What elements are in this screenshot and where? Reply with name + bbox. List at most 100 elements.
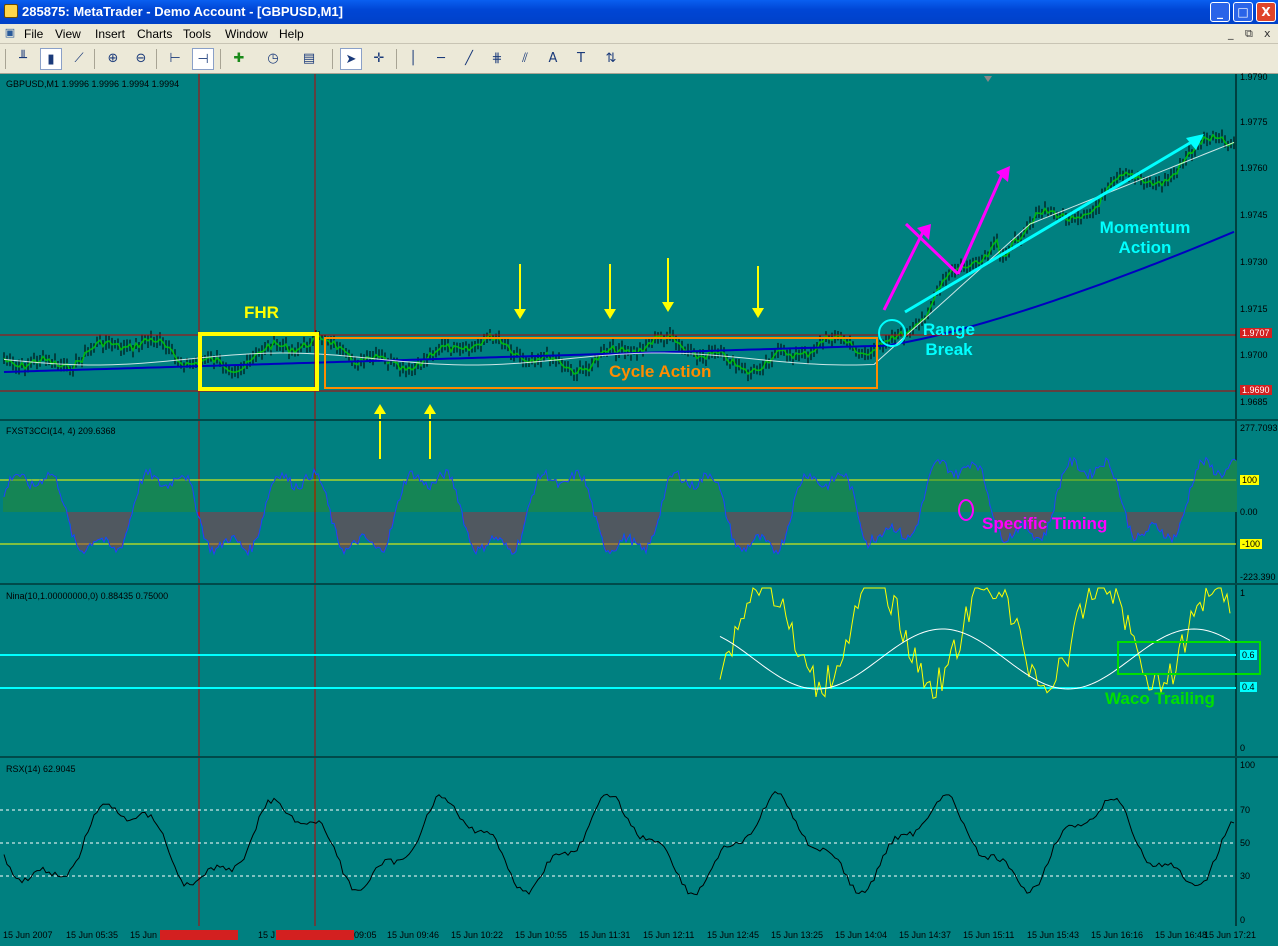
periods-icon[interactable]: ◷: [262, 48, 284, 70]
close-button[interactable]: X: [1256, 2, 1276, 22]
maximize-button[interactable]: □: [1233, 2, 1253, 22]
down-arrow-head: [604, 309, 616, 319]
time-label: 15 Jun 14:37: [899, 930, 952, 940]
horizontal-line-icon[interactable]: ─: [430, 48, 452, 70]
bar-chart-icon[interactable]: ╨: [12, 48, 34, 70]
lower-price-tag: 1.9690: [1240, 385, 1272, 395]
templates-icon[interactable]: ▤: [298, 48, 320, 70]
price-tick: 1.9790: [1240, 72, 1268, 82]
time-label: 15 Jun 15:43: [1027, 930, 1080, 940]
toolbar: ╨ ▮ ⟋ ⊕ ⊖ ⊢ ⊣ ✚ ◷ ▤ ➤ ✛ │ ─ ╱ ⋕ ⫽ A T ⇅: [0, 44, 1278, 74]
time-label: 15 J: [258, 930, 276, 940]
time-label: 15 Jun 14:04: [835, 930, 888, 940]
time-label: 15 Jun 12:11: [643, 930, 695, 940]
autoscroll-icon[interactable]: ⊣: [192, 48, 214, 70]
rsx-tick: 0: [1240, 915, 1246, 925]
mdi-close-button[interactable]: x: [1264, 27, 1271, 40]
menu-window[interactable]: Window: [225, 27, 268, 41]
cci-line: [3, 456, 1237, 557]
rsx-tick: 100: [1240, 760, 1256, 770]
cci-tick: 100: [1240, 475, 1260, 485]
mdi-restore-button[interactable]: ⧉: [1245, 27, 1253, 41]
time-label: 15 Jun 16:48: [1155, 930, 1208, 940]
menu-bar: ▣ File View Insert Charts Tools Window H…: [0, 24, 1278, 44]
time-label: 15 Jun 11:31: [579, 930, 631, 940]
panel-separator[interactable]: [0, 583, 1278, 585]
rsx-tick: 30: [1240, 871, 1251, 881]
trendline-icon[interactable]: ╱: [458, 48, 480, 70]
time-label: 15 Jun 16:16: [1091, 930, 1144, 940]
annotation-specific-timing: Specific Timing: [982, 514, 1108, 533]
fibonacci-icon[interactable]: ⋕: [486, 48, 508, 70]
time-label: 15 Jun 09:46: [387, 930, 440, 940]
moving-average-white: [3, 141, 1235, 366]
chart-window-icon[interactable]: ▣: [2, 22, 18, 39]
panel-separator[interactable]: [0, 756, 1278, 758]
toolbar-separator: [220, 49, 221, 69]
nina-tick: 1: [1240, 588, 1246, 598]
app-icon: [4, 4, 18, 18]
magenta-arrow: [882, 227, 927, 311]
upper-price-tag: 1.9707: [1240, 328, 1272, 338]
menu-charts[interactable]: Charts: [137, 27, 172, 41]
vertical-line-icon[interactable]: │: [402, 48, 424, 70]
cci-tick: 0.00: [1240, 507, 1258, 517]
price-tick: 1.9730: [1240, 257, 1268, 267]
text-label-icon[interactable]: T: [570, 48, 592, 70]
zoom-out-icon[interactable]: ⊖: [130, 48, 152, 70]
mdi-minimize-button[interactable]: _: [1228, 27, 1234, 40]
cursor-icon[interactable]: ➤: [340, 48, 362, 70]
annotation-cycle-action: Cycle Action: [609, 362, 712, 381]
price-tick: 1.9745: [1240, 210, 1268, 220]
down-arrow-head: [752, 308, 764, 318]
nina-tick: 0: [1240, 743, 1246, 753]
time-label: 15 Jun 10:55: [515, 930, 568, 940]
time-label: 15 Jun 05:35: [66, 930, 119, 940]
cci-tick: -100: [1240, 539, 1263, 549]
time-label-highlight: [276, 930, 354, 940]
menu-view[interactable]: View: [55, 27, 81, 41]
menu-file[interactable]: File: [24, 27, 43, 41]
zoom-in-icon[interactable]: ⊕: [102, 48, 124, 70]
price-tick: 1.9700: [1240, 350, 1268, 360]
add-indicator-icon[interactable]: ✚: [228, 48, 250, 70]
title-bar: 285875: MetaTrader - Demo Account - [GBP…: [0, 0, 1278, 24]
price-panel-label: GBPUSD,M1 1.9996 1.9996 1.9994 1.9994: [6, 79, 180, 89]
chart-area[interactable]: GBPUSD,M1 1.9996 1.9996 1.9994 1.9994 FX…: [0, 72, 1278, 946]
shift-marker: [984, 76, 992, 82]
minimize-button[interactable]: _: [1210, 2, 1230, 22]
toolbar-separator: [156, 49, 157, 69]
time-label: 15 Jun: [130, 930, 158, 940]
cci-panel-label: FXST3CCI(14, 4) 209.6368: [6, 426, 116, 436]
annotation-range-break: Range Break: [923, 320, 975, 359]
panel-separator[interactable]: [0, 419, 1278, 421]
menu-insert[interactable]: Insert: [95, 27, 125, 41]
annotation-waco-trailing: Waco Trailing: [1105, 689, 1215, 708]
candlestick-icon[interactable]: ▮: [40, 48, 62, 70]
cci-tick: 277.7093: [1240, 423, 1278, 433]
time-label: 15 Jun 13:25: [771, 930, 824, 940]
rsx-panel-label: RSX(14) 62.9045: [6, 764, 76, 774]
crosshair-icon[interactable]: ✛: [368, 48, 390, 70]
time-label: 15 Jun 12:45: [707, 930, 760, 940]
price-tick: 1.9775: [1240, 117, 1268, 127]
chart-shift-icon[interactable]: ⊢: [164, 48, 186, 70]
nina-tick: 0.6: [1240, 650, 1257, 660]
menu-help[interactable]: Help: [279, 27, 304, 41]
down-arrow-head: [514, 309, 526, 319]
time-label: 09:05: [354, 930, 377, 940]
chart-canvas[interactable]: [0, 74, 1278, 946]
line-chart-icon[interactable]: ⟋: [68, 48, 90, 70]
text-icon[interactable]: A: [542, 48, 564, 70]
nina-tick: 0.4: [1240, 682, 1257, 692]
toolbar-separator: [396, 49, 397, 69]
time-label: 15 Jun 17:21: [1204, 930, 1257, 940]
window-title: 285875: MetaTrader - Demo Account - [GBP…: [22, 4, 343, 19]
time-label: 15 Jun 15:11: [963, 930, 1015, 940]
menu-tools[interactable]: Tools: [183, 27, 211, 41]
magenta-arrow-head: [996, 166, 1010, 182]
rsx-tick: 70: [1240, 805, 1251, 815]
price-tick: 1.9685: [1240, 397, 1268, 407]
arrows-icon[interactable]: ⇅: [600, 48, 622, 70]
channel-icon[interactable]: ⫽: [514, 48, 536, 70]
